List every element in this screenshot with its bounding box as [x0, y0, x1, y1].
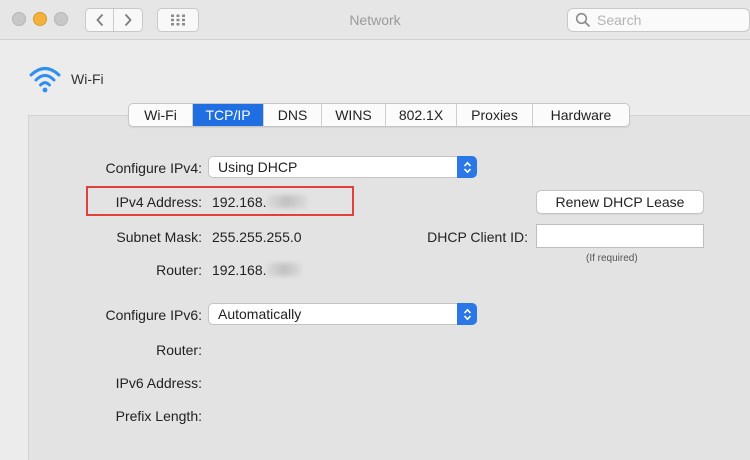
search-box[interactable] — [567, 8, 750, 32]
show-all-button[interactable] — [157, 8, 199, 32]
minimize-window-button[interactable] — [33, 12, 47, 26]
search-icon — [575, 12, 591, 28]
tab-wins[interactable]: WINS — [322, 104, 386, 126]
configure-ipv4-value: Using DHCP — [218, 159, 298, 175]
redacted-octets — [266, 263, 301, 276]
interface-header: Wi-Fi — [28, 64, 104, 94]
tab-bar: Wi-Fi TCP/IP DNS WINS 802.1X Proxies Har… — [128, 103, 630, 127]
ipv4-address-highlight — [86, 186, 354, 216]
chevron-updown-icon — [457, 303, 477, 325]
forward-button[interactable] — [114, 8, 143, 32]
prefix-length-label: Prefix Length: — [115, 408, 202, 424]
wifi-icon — [29, 67, 61, 93]
search-input[interactable] — [597, 12, 747, 28]
interface-name: Wi-Fi — [71, 71, 104, 87]
tab-proxies[interactable]: Proxies — [457, 104, 533, 126]
grid-icon — [171, 14, 185, 26]
configure-ipv4-select[interactable]: Using DHCP — [208, 156, 477, 178]
tab-hardware[interactable]: Hardware — [533, 104, 629, 126]
router-ipv4-row: 192.168. — [212, 262, 301, 278]
zoom-window-button[interactable] — [54, 12, 68, 26]
chevron-right-icon — [124, 13, 132, 27]
tab-wifi[interactable]: Wi-Fi — [129, 104, 193, 126]
subnet-mask-label: Subnet Mask: — [116, 229, 202, 245]
tab-8021x[interactable]: 802.1X — [386, 104, 457, 126]
tab-dns[interactable]: DNS — [264, 104, 322, 126]
configure-ipv6-label: Configure IPv6: — [105, 307, 203, 323]
configure-ipv4-label: Configure IPv4: — [105, 160, 203, 176]
ipv6-address-label: IPv6 Address: — [115, 375, 202, 391]
chevron-updown-icon — [457, 156, 477, 178]
close-window-button[interactable] — [12, 12, 26, 26]
tab-tcpip[interactable]: TCP/IP — [193, 104, 264, 126]
router-ipv4-label: Router: — [156, 262, 202, 278]
renew-dhcp-lease-button[interactable]: Renew DHCP Lease — [536, 190, 704, 214]
chevron-left-icon — [95, 13, 103, 27]
back-button[interactable] — [85, 8, 114, 32]
subnet-mask-value: 255.255.255.0 — [212, 229, 302, 245]
configure-ipv6-value: Automatically — [218, 306, 302, 322]
dhcp-client-id-hint: (If required) — [586, 253, 638, 264]
dhcp-client-id-field[interactable] — [536, 224, 704, 248]
dhcp-client-id-label: DHCP Client ID: — [427, 229, 528, 245]
title-bar: Network — [0, 0, 750, 40]
router-ipv4-value: 192.168. — [212, 262, 267, 278]
configure-ipv6-select[interactable]: Automatically — [208, 303, 477, 325]
router-ipv6-label: Router: — [156, 342, 202, 358]
